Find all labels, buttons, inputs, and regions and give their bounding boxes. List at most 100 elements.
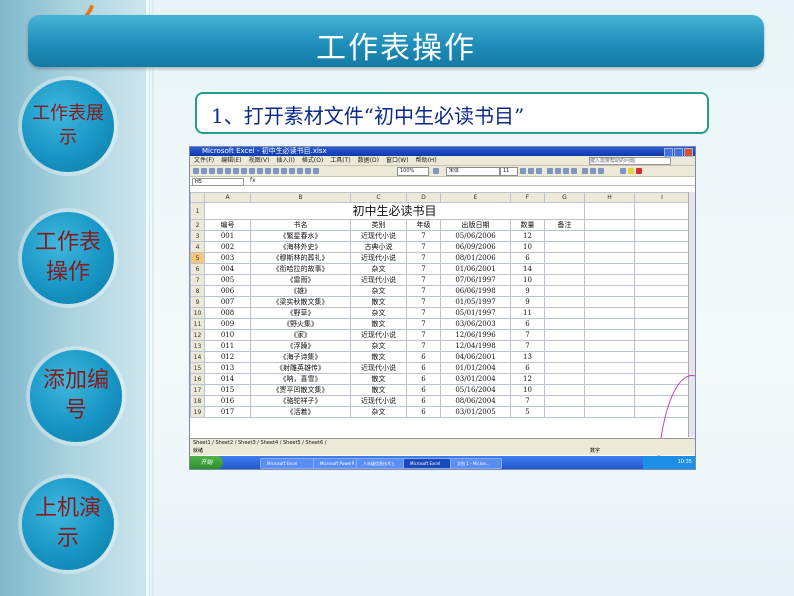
cell[interactable]: [584, 296, 635, 308]
cell[interactable]: 6: [406, 406, 441, 418]
cell[interactable]: 7: [406, 329, 441, 341]
header-cell[interactable]: 年级: [406, 219, 441, 231]
cell[interactable]: 03/06/2003: [440, 318, 511, 330]
paste-icon[interactable]: [257, 168, 263, 174]
maximize-icon[interactable]: [674, 148, 683, 157]
cell[interactable]: 06/06/1998: [440, 285, 511, 297]
row-header[interactable]: 14: [190, 351, 205, 363]
cell[interactable]: 006: [204, 285, 251, 297]
print-icon[interactable]: [217, 168, 223, 174]
cell[interactable]: 《野火集》: [250, 318, 351, 330]
cell[interactable]: [584, 340, 635, 352]
menu-view[interactable]: 视图(V): [249, 156, 270, 165]
cell[interactable]: 009: [204, 318, 251, 330]
cell[interactable]: 05/16/2004: [440, 384, 511, 396]
comma-icon[interactable]: [598, 168, 604, 174]
cell[interactable]: [544, 307, 585, 319]
cell[interactable]: [634, 263, 690, 275]
cell[interactable]: 6: [510, 252, 545, 264]
cell[interactable]: [634, 351, 690, 363]
cell[interactable]: 7: [510, 329, 545, 341]
cell[interactable]: 近现代小说: [350, 252, 407, 264]
cell[interactable]: 《浮躁》: [250, 340, 351, 352]
cell[interactable]: 《繁星春水》: [250, 230, 351, 242]
cell[interactable]: 近现代小说: [350, 362, 407, 374]
cell[interactable]: 9: [510, 285, 545, 297]
cell[interactable]: 散文: [350, 373, 407, 385]
cell[interactable]: 5: [510, 406, 545, 418]
fx-icon[interactable]: fx: [250, 177, 256, 184]
header-cell[interactable]: 出版日期: [440, 219, 511, 231]
menu-window[interactable]: 窗口(W): [386, 156, 409, 165]
cell[interactable]: 散文: [350, 296, 407, 308]
cell[interactable]: 近现代小说: [350, 274, 407, 286]
cell[interactable]: [634, 202, 690, 220]
cell[interactable]: 《雄》: [250, 285, 351, 297]
column-header[interactable]: A: [204, 192, 251, 203]
cell[interactable]: 005: [204, 274, 251, 286]
cell[interactable]: 近现代小说: [350, 395, 407, 407]
cell[interactable]: 010: [204, 329, 251, 341]
font-name-select[interactable]: 宋体: [446, 167, 500, 176]
row-header[interactable]: 17: [190, 384, 205, 396]
cell[interactable]: 015: [204, 384, 251, 396]
cell[interactable]: 7: [510, 340, 545, 352]
cell[interactable]: 12: [510, 373, 545, 385]
cell[interactable]: 6: [406, 373, 441, 385]
cell[interactable]: 《野草》: [250, 307, 351, 319]
cell[interactable]: [544, 406, 585, 418]
cell[interactable]: 《活着》: [250, 406, 351, 418]
cell[interactable]: 10: [510, 241, 545, 253]
cell[interactable]: 012: [204, 351, 251, 363]
cell[interactable]: 《梁实秋散文集》: [250, 296, 351, 308]
cell[interactable]: 10: [510, 384, 545, 396]
name-box[interactable]: H5: [192, 178, 244, 186]
chart-icon[interactable]: [313, 168, 319, 174]
cell[interactable]: 7: [406, 340, 441, 352]
cell[interactable]: 《贾平凹散文集》: [250, 384, 351, 396]
cell[interactable]: 6: [510, 318, 545, 330]
cell[interactable]: 7: [406, 285, 441, 297]
cell[interactable]: [544, 263, 585, 275]
header-cell[interactable]: 编号: [204, 219, 251, 231]
cell[interactable]: 散文: [350, 384, 407, 396]
column-header[interactable]: G: [544, 192, 585, 203]
cell[interactable]: 7: [406, 318, 441, 330]
cell[interactable]: [544, 373, 585, 385]
cell[interactable]: 08/01/2006: [440, 252, 511, 264]
cell[interactable]: 7: [406, 230, 441, 242]
column-header[interactable]: E: [440, 192, 511, 203]
cell[interactable]: 《衔哈拉的故事》: [250, 263, 351, 275]
cell[interactable]: 古典小说: [350, 241, 407, 253]
row-header[interactable]: 6: [190, 263, 205, 275]
cell[interactable]: 7: [406, 263, 441, 275]
cell[interactable]: [584, 318, 635, 330]
cut-icon[interactable]: [241, 168, 247, 174]
row-header[interactable]: 19: [190, 406, 205, 418]
cell[interactable]: 007: [204, 296, 251, 308]
cell[interactable]: [634, 296, 690, 308]
cell[interactable]: [544, 351, 585, 363]
font-color-icon[interactable]: [636, 168, 642, 174]
cell[interactable]: 011: [204, 340, 251, 352]
cell[interactable]: 6: [510, 362, 545, 374]
cell[interactable]: 12/06/1996: [440, 329, 511, 341]
cell[interactable]: [584, 252, 635, 264]
header-cell[interactable]: 书名: [250, 219, 351, 231]
row-header[interactable]: 2: [190, 219, 205, 231]
bold-icon[interactable]: [520, 168, 526, 174]
nav-live-demo[interactable]: 上机演示: [22, 478, 114, 570]
cell[interactable]: [544, 384, 585, 396]
row-header[interactable]: 3: [190, 230, 205, 242]
cell[interactable]: 7: [406, 296, 441, 308]
minimize-icon[interactable]: [664, 148, 673, 157]
cell[interactable]: [584, 384, 635, 396]
column-header[interactable]: H: [584, 192, 635, 203]
cell[interactable]: [584, 395, 635, 407]
cell[interactable]: [544, 395, 585, 407]
nav-worksheet-display[interactable]: 工作表展示: [22, 80, 114, 172]
cell[interactable]: [584, 285, 635, 297]
cell[interactable]: 002: [204, 241, 251, 253]
merge-icon[interactable]: [571, 168, 577, 174]
cell[interactable]: [584, 241, 635, 253]
